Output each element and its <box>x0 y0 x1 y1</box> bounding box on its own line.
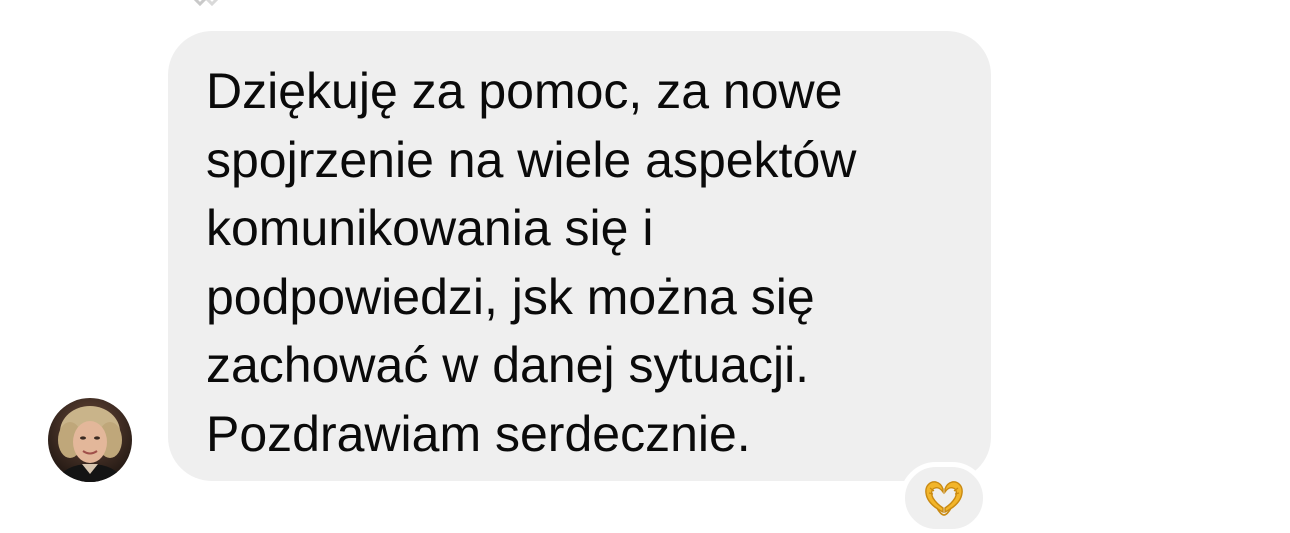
message-text: Dziękuję za pomoc, za nowe spojrzenie na… <box>206 63 857 462</box>
profile-photo-icon <box>48 398 132 482</box>
message-reaction[interactable] <box>900 462 988 533</box>
heart-hands-emoji-icon <box>925 481 963 516</box>
sender-avatar[interactable] <box>48 398 132 482</box>
incoming-message-row: Dziękuję za pomoc, za nowe spojrzenie na… <box>0 0 1290 533</box>
message-bubble[interactable]: Dziękuję za pomoc, za nowe spojrzenie na… <box>168 31 991 481</box>
